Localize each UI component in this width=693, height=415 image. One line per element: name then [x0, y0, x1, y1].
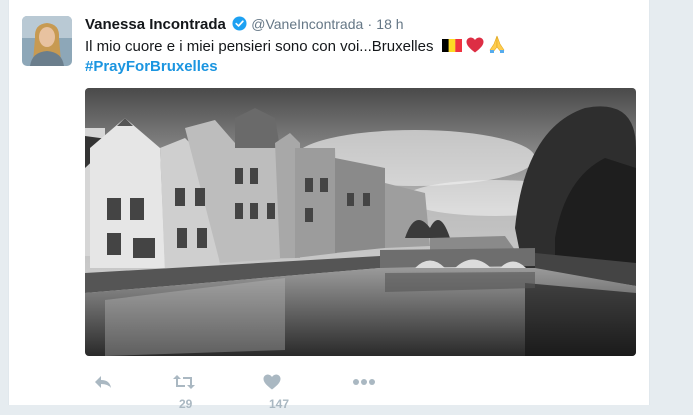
tweet-header: Vanessa Incontrada @VaneIncontrada · 18 … [85, 14, 404, 37]
reply-icon [95, 375, 111, 388]
like-button[interactable]: 147 [263, 370, 289, 411]
separator-dot: · [367, 16, 373, 32]
retweet-count: 29 [179, 396, 193, 411]
red-heart-icon [466, 37, 484, 59]
heart-icon [263, 374, 281, 390]
hashtag-link[interactable]: #PrayForBruxelles [85, 56, 218, 77]
flag-belgium-icon [441, 37, 462, 52]
tweet-timestamp[interactable]: 18 h [376, 16, 403, 32]
tweet-text: Il mio cuore e i miei pensieri sono con … [85, 38, 434, 55]
more-button[interactable] [353, 370, 375, 392]
user-handle[interactable]: @VaneIncontrada [251, 16, 363, 32]
like-count: 147 [269, 396, 290, 411]
more-dots-icon [353, 378, 375, 385]
reply-button[interactable] [93, 370, 113, 392]
tweet-photo[interactable] [85, 88, 636, 356]
retweet-button[interactable]: 29 [173, 370, 195, 411]
praying-hands-icon [488, 35, 506, 59]
verified-badge-icon [232, 16, 247, 37]
avatar[interactable] [22, 16, 72, 66]
user-name[interactable]: Vanessa Incontrada [85, 16, 226, 33]
retweet-icon [173, 374, 195, 389]
tweet-card[interactable]: Vanessa Incontrada @VaneIncontrada · 18 … [8, 0, 650, 411]
